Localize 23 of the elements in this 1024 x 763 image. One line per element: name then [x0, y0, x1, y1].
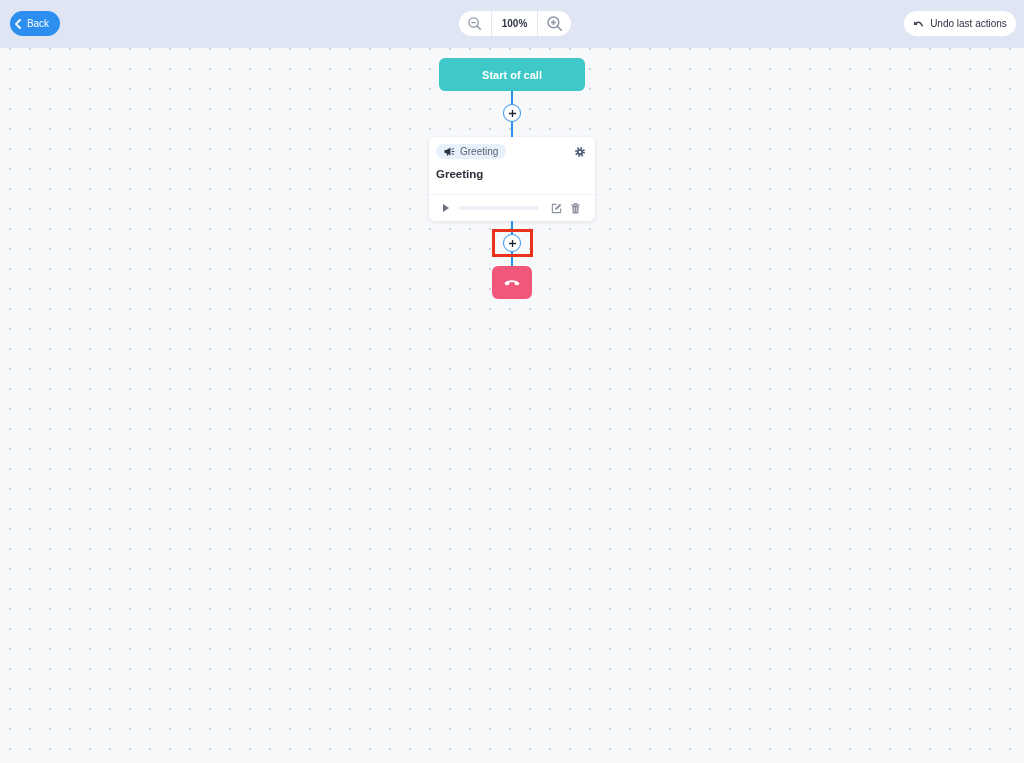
phone-icon [504, 279, 520, 286]
undo-button[interactable]: Undo last actions [904, 11, 1016, 36]
plus-icon [508, 109, 516, 117]
add-step-button[interactable] [503, 104, 521, 122]
connector-line [511, 91, 513, 104]
curved-arrow-icon [913, 20, 924, 27]
plus-icon [508, 239, 516, 247]
gear-icon[interactable] [575, 146, 585, 157]
magnifier-plus-icon [546, 16, 562, 31]
connector-line [511, 221, 513, 234]
tag-label: Greeting [460, 146, 499, 157]
start-node: Start of call [439, 58, 585, 91]
trash-icon[interactable] [571, 202, 580, 214]
connector-line [511, 252, 513, 266]
connector-line [511, 122, 513, 137]
zoom-level-text: 100% [490, 11, 539, 36]
add-step-button[interactable] [503, 234, 521, 252]
card-title: Greeting [436, 168, 485, 180]
megaphone-icon [444, 147, 455, 156]
play-icon[interactable] [443, 204, 449, 212]
pencil-square-icon[interactable] [551, 202, 562, 214]
magnifier-minus-icon [468, 17, 482, 30]
chevron-left-icon [14, 18, 21, 29]
